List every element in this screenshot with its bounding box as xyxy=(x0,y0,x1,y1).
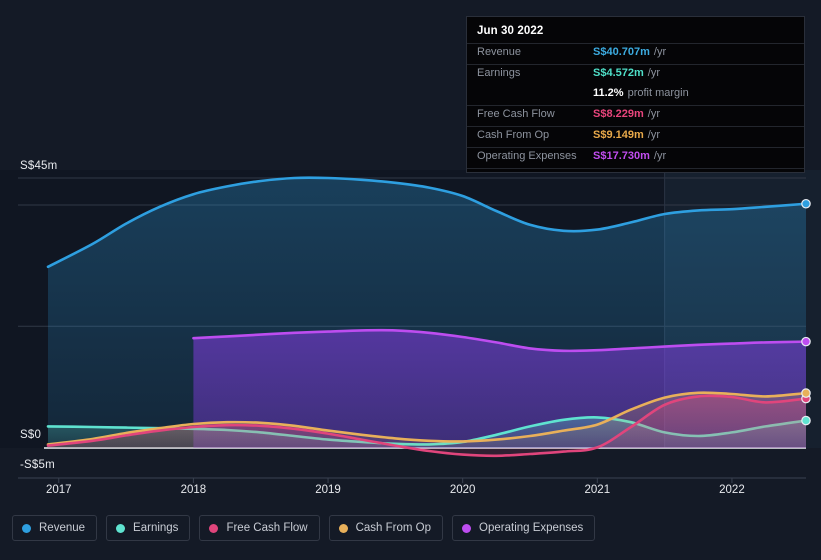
tooltip-row: Earnings S$4.572m/yr xyxy=(467,64,804,85)
chart-tooltip: Jun 30 2022 Revenue S$40.707m/yr Earnings S… xyxy=(466,16,805,173)
tooltip-row-label: Operating Expenses xyxy=(477,150,577,162)
x-axis-label-2022: 2022 xyxy=(719,484,745,496)
x-axis-label-2019: 2019 xyxy=(315,484,341,496)
tooltip-row-label: Earnings xyxy=(477,67,521,79)
x-axis-label-2017: 2017 xyxy=(45,484,72,496)
tooltip-row-unit: /yr xyxy=(647,67,660,79)
tooltip-row: Operating Expenses S$17.730m/yr xyxy=(467,147,804,169)
y-axis-label-zero: S$0 xyxy=(20,429,42,441)
tooltip-row-value: S$17.730m xyxy=(593,150,650,162)
legend-item-label: Earnings xyxy=(133,522,179,534)
legend-item-label: Revenue xyxy=(39,522,86,534)
tooltip-row-unit: /yr xyxy=(653,46,667,58)
x-axis-label-2020: 2020 xyxy=(449,484,476,496)
legend-color-dot-icon xyxy=(338,523,348,533)
endpoint-marker-operating-expenses xyxy=(801,336,811,347)
legend-item-label: Cash From Op xyxy=(355,522,432,534)
tooltip-row-label: Revenue xyxy=(477,46,522,58)
tooltip-row: Free Cash Flow S$8.229m/yr xyxy=(467,105,804,126)
tooltip-row-unit: /yr xyxy=(647,108,660,120)
endpoint-marker-cash-from-op xyxy=(801,388,811,398)
legend-color-dot-icon xyxy=(116,523,126,533)
y-axis-label-max: S$45m xyxy=(20,160,58,172)
chart-root: S$45m S$0 -S$5m 2017 2018 2019 2020 2021 2022… xyxy=(0,0,821,560)
tooltip-date: Jun 30 2022 xyxy=(477,25,544,37)
endpoint-marker-revenue xyxy=(801,198,811,209)
legend-item-cash-from-op[interactable]: Cash From Op xyxy=(328,515,444,541)
legend-color-dot-icon xyxy=(462,523,472,533)
legend-color-dot-icon xyxy=(209,523,219,533)
legend-item-free-cash-flow[interactable]: Free Cash Flow xyxy=(199,515,320,541)
tooltip-row-value: S$8.229m xyxy=(593,108,644,120)
tooltip-row-value: S$9.149m xyxy=(593,129,644,141)
tooltip-row-value: S$40.707m xyxy=(593,46,650,58)
endpoint-marker-earnings xyxy=(801,415,811,426)
legend-item-label: Operating Expenses xyxy=(479,522,584,534)
tooltip-row: Cash From Op S$9.149m/yr xyxy=(467,126,804,147)
legend-item-earnings[interactable]: Earnings xyxy=(106,515,191,541)
tooltip-row-value: S$4.572m xyxy=(593,67,644,79)
tooltip-row-label: Cash From Op xyxy=(477,129,550,141)
tooltip-row: Revenue S$40.707m/yr xyxy=(467,43,804,64)
legend-item-revenue[interactable]: Revenue xyxy=(12,515,98,541)
tooltip-row: 11.2% profit margin xyxy=(467,85,804,105)
legend-item-operating-expenses[interactable]: Operating Expenses xyxy=(452,515,596,541)
tooltip-rows: Revenue S$40.707m/yr Earnings S$4.572m/yr 11… xyxy=(467,43,804,169)
tooltip-row-value: 11.2% xyxy=(593,87,624,99)
chart-legend: Revenue Earnings Free Cash Flow Cash From O… xyxy=(12,515,596,541)
legend-color-dot-icon xyxy=(22,523,31,533)
legend-item-label: Free Cash Flow xyxy=(226,522,308,534)
x-axis-label-2021: 2021 xyxy=(584,484,611,496)
x-axis-label-2018: 2018 xyxy=(180,484,207,496)
y-axis-label-min: -S$5m xyxy=(20,459,55,471)
tooltip-row-unit: /yr xyxy=(647,129,660,141)
tooltip-row-unit: /yr xyxy=(653,150,667,162)
tooltip-row-unit: profit margin xyxy=(627,87,689,99)
tooltip-row-label: Free Cash Flow xyxy=(477,108,555,120)
